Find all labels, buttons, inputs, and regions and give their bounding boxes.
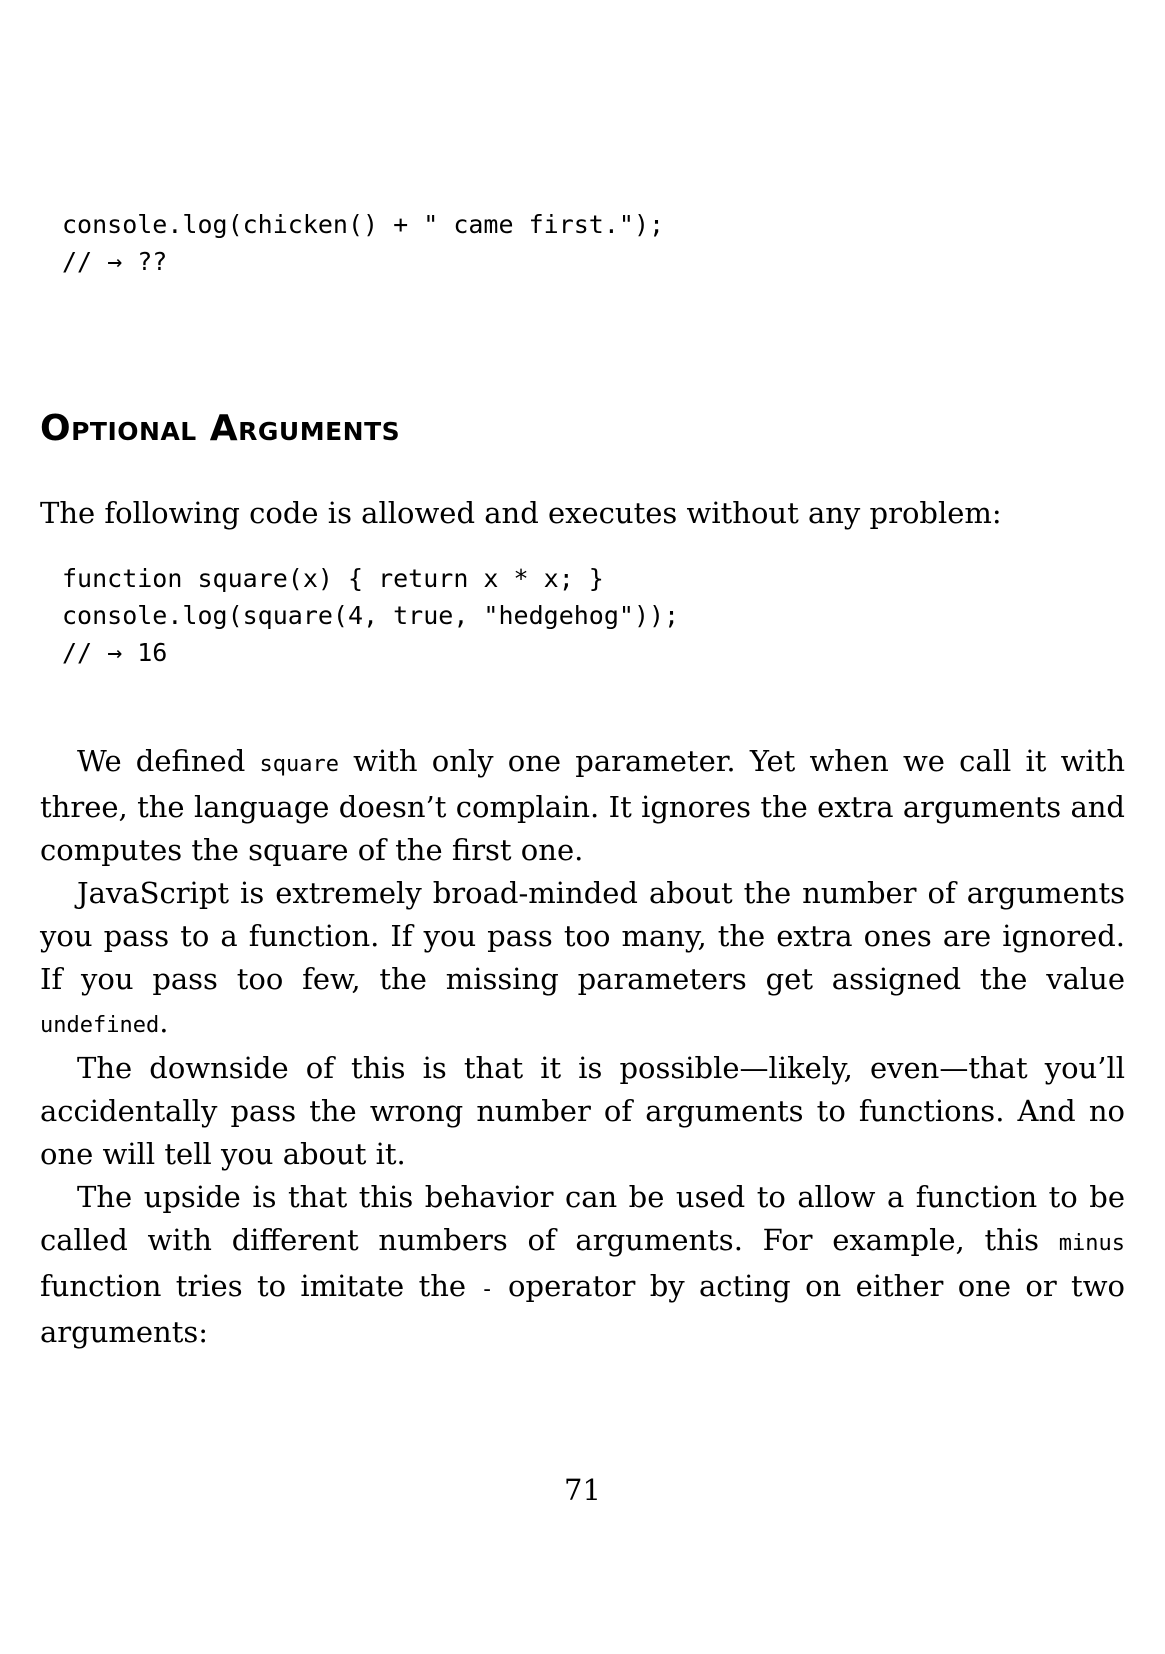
intro-paragraph: The following code is allowed and execut… — [40, 496, 1002, 530]
code-line: // → 16 — [62, 638, 168, 667]
code-line: function square(x) { return x * x; } — [62, 564, 604, 593]
inline-code-undefined: undefined — [40, 1013, 160, 1038]
body-text: We defined square with only one paramete… — [40, 740, 1125, 1354]
code-block-chicken: console.log(chicken() + " came first.");… — [40, 206, 664, 280]
paragraph-text: function tries to imitate the — [40, 1269, 481, 1303]
page-number: 71 — [564, 1473, 601, 1507]
paragraph-text: We defined — [77, 744, 260, 778]
paragraph-square: We defined square with only one paramete… — [40, 740, 1125, 872]
book-page: console.log(chicken() + " came first.");… — [40, 0, 1125, 1654]
paragraph-text: JavaScript is extremely broad-minded abo… — [40, 876, 1125, 996]
paragraph-downside: The downside of this is that it is possi… — [40, 1051, 1125, 1171]
inline-code-square: square — [259, 752, 339, 777]
paragraph-upside: The upside is that this behavior can be … — [40, 1176, 1125, 1354]
code-line: console.log(chicken() + " came first."); — [62, 210, 665, 239]
code-line: // → ?? — [62, 247, 168, 276]
inline-code-minus: minus — [1058, 1231, 1125, 1256]
section-heading: Optional Arguments — [40, 408, 401, 449]
code-line: console.log(square(4, true, "hedgehog"))… — [62, 601, 680, 630]
paragraph-broad-minded: JavaScript is extremely broad-minded abo… — [40, 872, 1125, 1047]
paragraph-text: The upside is that this behavior can be … — [40, 1180, 1125, 1257]
code-block-square: function square(x) { return x * x; } cons… — [40, 560, 679, 671]
paragraph-text: . — [159, 1005, 169, 1039]
inline-code-minus-operator: - — [480, 1277, 494, 1302]
